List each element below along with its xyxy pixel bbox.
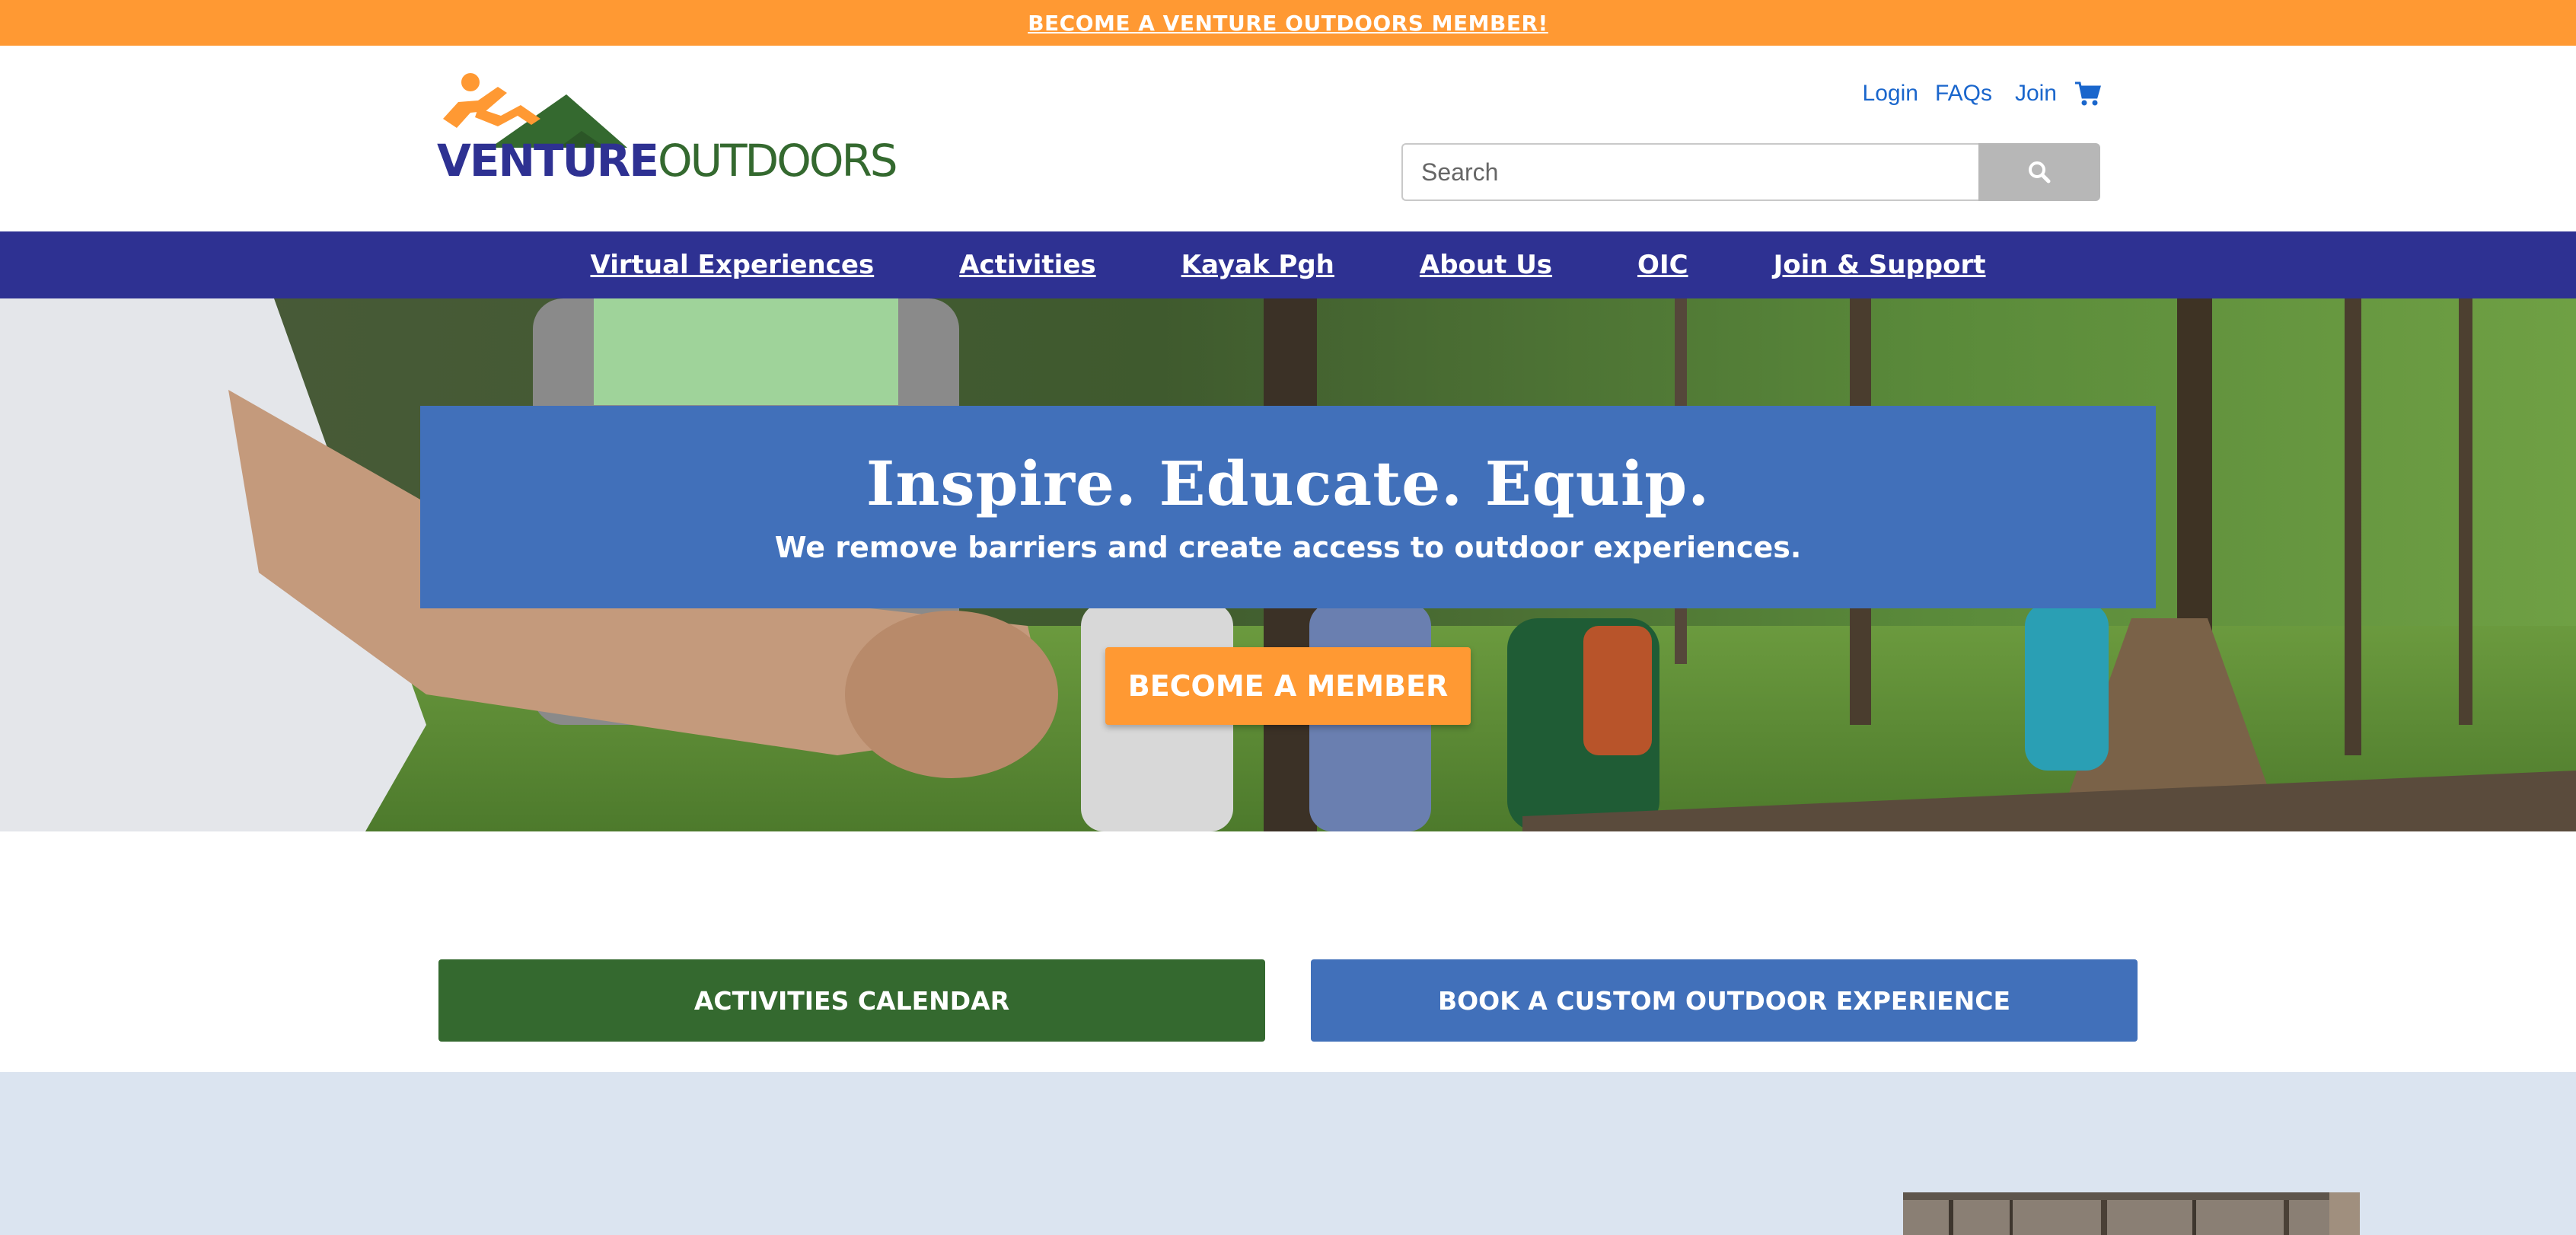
nav-join-support[interactable]: Join & Support (1774, 250, 1986, 280)
promo-membership-link[interactable]: BECOME A VENTURE OUTDOORS MEMBER! (1028, 11, 1548, 36)
become-member-button[interactable]: BECOME A MEMBER (1105, 647, 1471, 725)
search-form (1401, 143, 2100, 201)
logo-word-outdoors: OUTDOORS (658, 135, 898, 187)
site-header: VENTUREOUTDOORS Login FAQs Join (0, 46, 2576, 231)
hero-title: Inspire. Educate. Equip. (866, 448, 1710, 519)
faqs-link[interactable]: FAQs (1935, 81, 1992, 107)
feature-photo (1903, 1192, 2360, 1235)
logo-word-venture: VENTURE (437, 135, 659, 187)
search-input[interactable] (1401, 143, 1978, 201)
search-button[interactable] (1978, 143, 2100, 201)
hero-banner: Inspire. Educate. Equip. We remove barri… (420, 406, 2156, 608)
nav-activities[interactable]: Activities (959, 250, 1095, 280)
logo-wordmark: VENTUREOUTDOORS (437, 139, 898, 183)
lower-section (0, 1072, 2576, 1235)
shopping-cart-icon[interactable] (2074, 81, 2101, 107)
nav-virtual-experiences[interactable]: Virtual Experiences (590, 250, 874, 280)
search-icon (2029, 161, 2051, 183)
promo-banner: BECOME A VENTURE OUTDOORS MEMBER! (0, 0, 2576, 46)
hero-subtitle: We remove barriers and create access to … (774, 531, 1802, 564)
nav-about-us[interactable]: About Us (1420, 250, 1552, 280)
utility-nav: Login FAQs Join (1863, 81, 2101, 107)
cta-row: ACTIVITIES CALENDAR BOOK A CUSTOM OUTDOO… (0, 959, 2576, 1043)
login-link[interactable]: Login (1863, 81, 1918, 107)
activities-calendar-button[interactable]: ACTIVITIES CALENDAR (438, 959, 1265, 1042)
nav-kayak-pgh[interactable]: Kayak Pgh (1181, 250, 1334, 280)
main-nav: Virtual Experiences Activities Kayak Pgh… (0, 231, 2576, 298)
nav-oic[interactable]: OIC (1637, 250, 1688, 280)
hero-section: Inspire. Educate. Equip. We remove barri… (0, 298, 2576, 831)
book-custom-experience-button[interactable]: BOOK A CUSTOM OUTDOOR EXPERIENCE (1311, 959, 2138, 1042)
venture-outdoors-logo[interactable]: VENTUREOUTDOORS (437, 72, 898, 186)
join-link[interactable]: Join (2015, 81, 2057, 107)
